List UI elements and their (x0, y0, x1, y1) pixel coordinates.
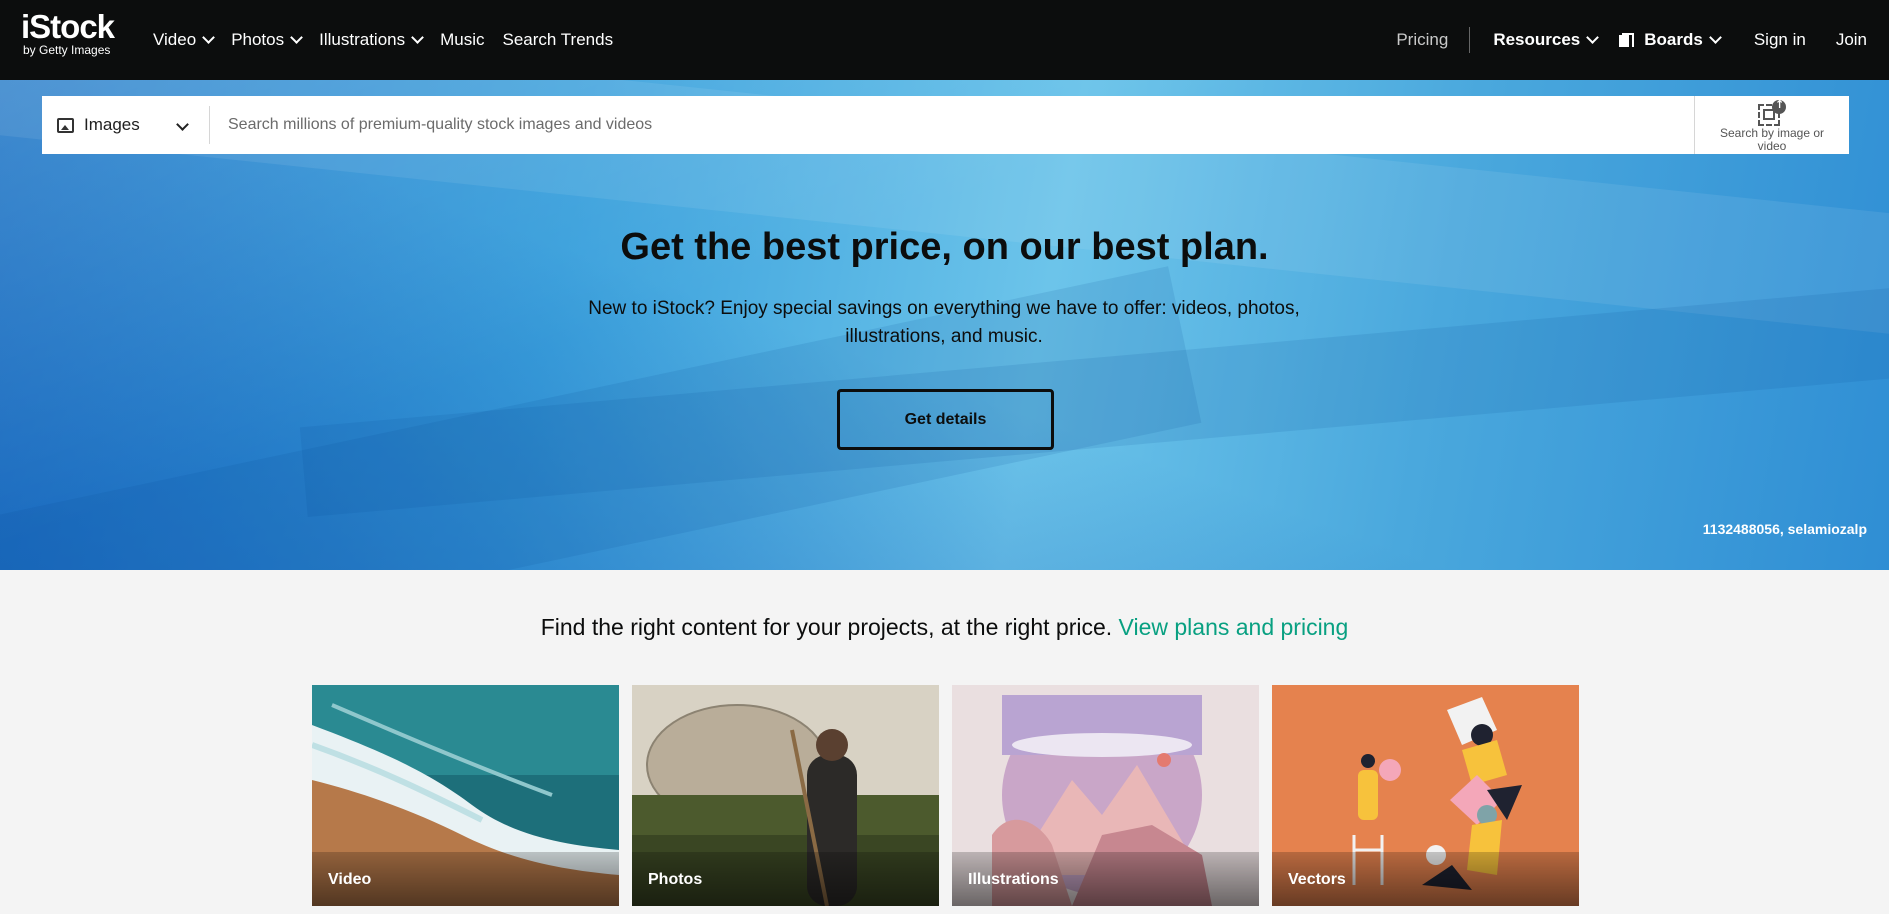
chevron-down-icon (1586, 31, 1600, 44)
nav-pricing[interactable]: Pricing (1396, 30, 1448, 50)
primary-nav: Video Photos Illustrations Music Search … (153, 0, 613, 80)
chevron-down-icon (176, 118, 189, 131)
search-type-dropdown[interactable]: Images (42, 106, 210, 144)
image-icon (57, 117, 74, 133)
nav-photos[interactable]: Photos (231, 30, 303, 50)
chevron-down-icon (202, 31, 216, 44)
nav-illustrations[interactable]: Illustrations (319, 30, 424, 50)
sign-in-link[interactable]: Sign in (1754, 30, 1806, 50)
nav-search-trends-label: Search Trends (502, 30, 614, 49)
nav-boards[interactable]: Boards (1619, 30, 1722, 50)
tile-illustrations[interactable]: Illustrations (952, 685, 1259, 906)
nav-resources-label: Resources (1493, 30, 1581, 49)
tile-illustrations-label: Illustrations (968, 871, 1059, 888)
promo-text: Find the right content for your projects… (0, 614, 1889, 641)
nav-video-label: Video (153, 30, 197, 49)
nav-photos-label: Photos (231, 30, 285, 49)
nav-video[interactable]: Video (153, 30, 216, 50)
tile-video-label: Video (328, 871, 372, 888)
logo-brand: iStock (21, 8, 115, 45)
nav-boards-label: Boards (1644, 30, 1703, 49)
search-by-image-button[interactable]: Search by image or video (1694, 96, 1849, 154)
get-details-button[interactable]: Get details (837, 389, 1054, 450)
chevron-down-icon (1708, 31, 1722, 44)
tile-video[interactable]: Video (312, 685, 619, 906)
view-plans-link[interactable]: View plans and pricing (1119, 614, 1349, 640)
tile-vectors[interactable]: Vectors (1272, 685, 1579, 906)
search-type-label: Images (84, 115, 140, 134)
secondary-nav: Pricing Resources Boards Sign in Join (1396, 0, 1867, 80)
hero-banner: Images Search by image or video Get the … (0, 80, 1889, 570)
hero-subtitle: New to iStock? Enjoy special savings on … (588, 298, 1300, 347)
nav-music-label: Music (440, 30, 485, 49)
tile-photos[interactable]: Photos (632, 685, 939, 906)
image-upload-icon (1758, 98, 1786, 126)
nav-divider (1469, 27, 1471, 53)
content-type-tiles: Video Photos Illustrations Vectors (312, 685, 1579, 906)
search-bar: Images Search by image or video (42, 96, 1849, 154)
chevron-down-icon (290, 31, 303, 44)
istock-logo[interactable]: iStock by Getty Images (21, 10, 131, 66)
logo-subtitle: by Getty Images (23, 43, 111, 57)
top-navigation: iStock by Getty Images Video Photos Illu… (0, 0, 1889, 80)
nav-illustrations-label: Illustrations (319, 30, 406, 49)
boards-icon (1619, 32, 1635, 48)
tile-vectors-label: Vectors (1288, 871, 1346, 888)
search-by-image-label: Search by image or video (1719, 126, 1825, 153)
search-input[interactable] (210, 96, 1694, 154)
chevron-down-icon (411, 31, 424, 44)
join-link[interactable]: Join (1836, 30, 1867, 50)
image-credit: 1132488056, selamiozalp (1702, 521, 1867, 537)
tile-photos-label: Photos (648, 871, 703, 888)
nav-search-trends[interactable]: Search Trends (503, 30, 614, 50)
hero-title: Get the best price, on our best plan. (620, 226, 1269, 268)
promo-message: Find the right content for your projects… (540, 614, 1113, 640)
nav-resources[interactable]: Resources (1493, 30, 1600, 50)
nav-music[interactable]: Music (440, 30, 484, 50)
